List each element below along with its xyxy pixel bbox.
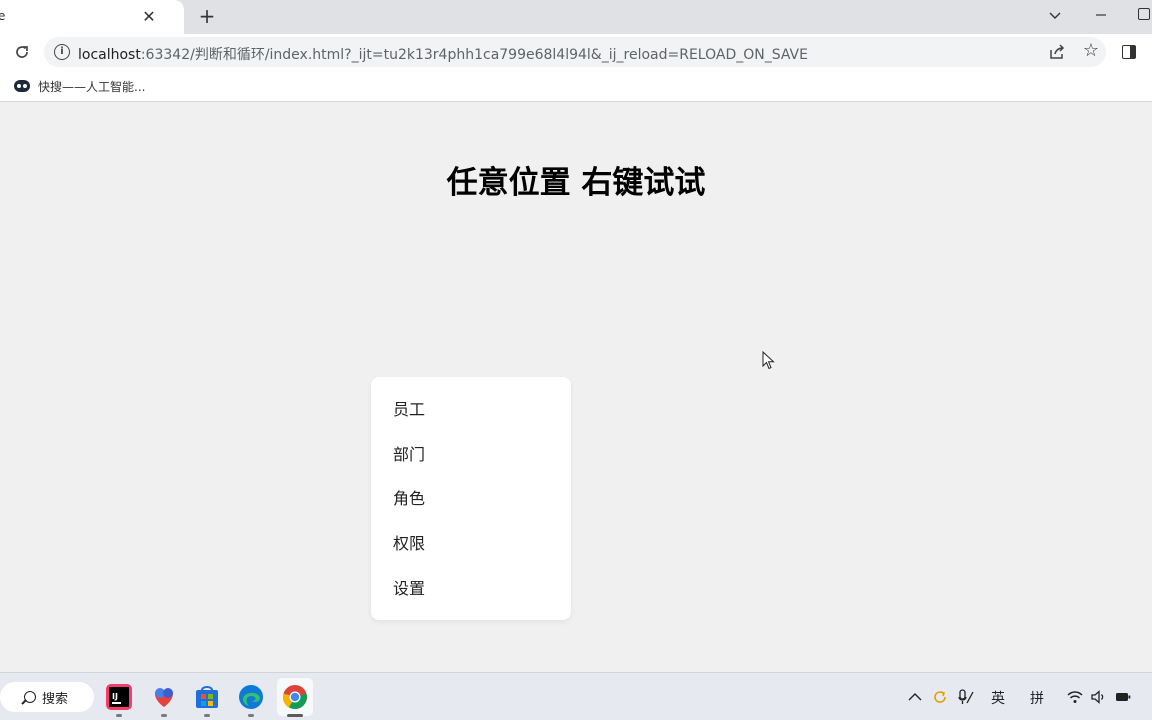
context-menu: 员工 部门 角色 权限 设置: [371, 377, 571, 620]
mouse-cursor-icon: [762, 351, 775, 370]
taskbar-active-indicator: [287, 714, 303, 717]
site-info-icon[interactable]: i: [54, 44, 70, 60]
maximize-icon[interactable]: [1138, 8, 1150, 20]
chrome-icon[interactable]: [282, 684, 308, 710]
share-icon[interactable]: [1048, 43, 1066, 61]
bookmark-item[interactable]: 快搜——人工智能...: [14, 77, 145, 95]
taskbar-search-label: 搜索: [42, 691, 69, 707]
ime-mode-indicator[interactable]: 拼: [1030, 688, 1044, 708]
new-tab-button[interactable]: +: [196, 5, 218, 27]
microsoft-store-icon[interactable]: [194, 684, 220, 710]
browser-tab[interactable]: e ✕: [0, 0, 184, 34]
show-hidden-icons-chevron-icon[interactable]: [906, 688, 924, 706]
menu-item-employee[interactable]: 员工: [371, 390, 571, 430]
microphone-pen-icon[interactable]: [957, 688, 975, 706]
page-heading: 任意位置 右键试试: [446, 165, 706, 201]
taskbar-running-indicator: [161, 714, 167, 717]
search-icon: [24, 691, 36, 703]
menu-item-department[interactable]: 部门: [371, 435, 571, 475]
sync-icon[interactable]: [931, 688, 949, 706]
side-panel-icon[interactable]: [1122, 45, 1136, 59]
close-tab-icon[interactable]: ✕: [140, 8, 158, 26]
bookmark-label: 快搜——人工智能...: [38, 79, 146, 94]
menu-item-permission[interactable]: 权限: [371, 524, 571, 564]
edge-icon[interactable]: [238, 684, 264, 710]
taskbar: 搜索 IJ 英 拼: [0, 672, 1152, 720]
menu-item-role[interactable]: 角色: [371, 479, 571, 519]
minimize-icon[interactable]: [1092, 6, 1110, 24]
browser-toolbar: i localhost:63342/判断和循环/index.html?_ijt=…: [0, 34, 1152, 70]
reload-icon[interactable]: [12, 42, 32, 62]
wifi-icon[interactable]: [1066, 688, 1084, 706]
taskbar-running-indicator: [116, 714, 122, 717]
url-text[interactable]: localhost:63342/判断和循环/index.html?_ijt=tu…: [78, 44, 808, 64]
address-bar[interactable]: i localhost:63342/判断和循环/index.html?_ijt=…: [44, 37, 1106, 67]
url-path: :63342/判断和循环/index.html?_ijt=tu2k13r4phh…: [140, 47, 808, 63]
menu-item-settings[interactable]: 设置: [371, 569, 571, 609]
taskbar-running-indicator: [204, 714, 210, 717]
volume-icon[interactable]: [1090, 688, 1108, 706]
intellij-idea-icon[interactable]: IJ: [106, 684, 132, 710]
url-host: localhost: [78, 47, 141, 63]
page-content: 任意位置 右键试试 员工 部门 角色 权限 设置: [0, 103, 1152, 672]
taskbar-search-box[interactable]: 搜索: [0, 682, 94, 712]
heart-app-icon[interactable]: [151, 684, 177, 710]
tab-search-chevron-icon[interactable]: [1046, 6, 1064, 24]
tab-title: e: [0, 9, 6, 23]
bookmark-favicon-icon: [14, 80, 30, 92]
bookmark-star-icon[interactable]: ☆: [1081, 41, 1101, 61]
tab-strip: e ✕ +: [0, 0, 1152, 34]
svg-text:IJ: IJ: [112, 692, 118, 701]
battery-icon[interactable]: [1114, 688, 1132, 706]
taskbar-running-indicator: [248, 714, 254, 717]
ime-language-indicator[interactable]: 英: [991, 688, 1005, 708]
bookmarks-bar: 快搜——人工智能...: [0, 70, 1152, 102]
